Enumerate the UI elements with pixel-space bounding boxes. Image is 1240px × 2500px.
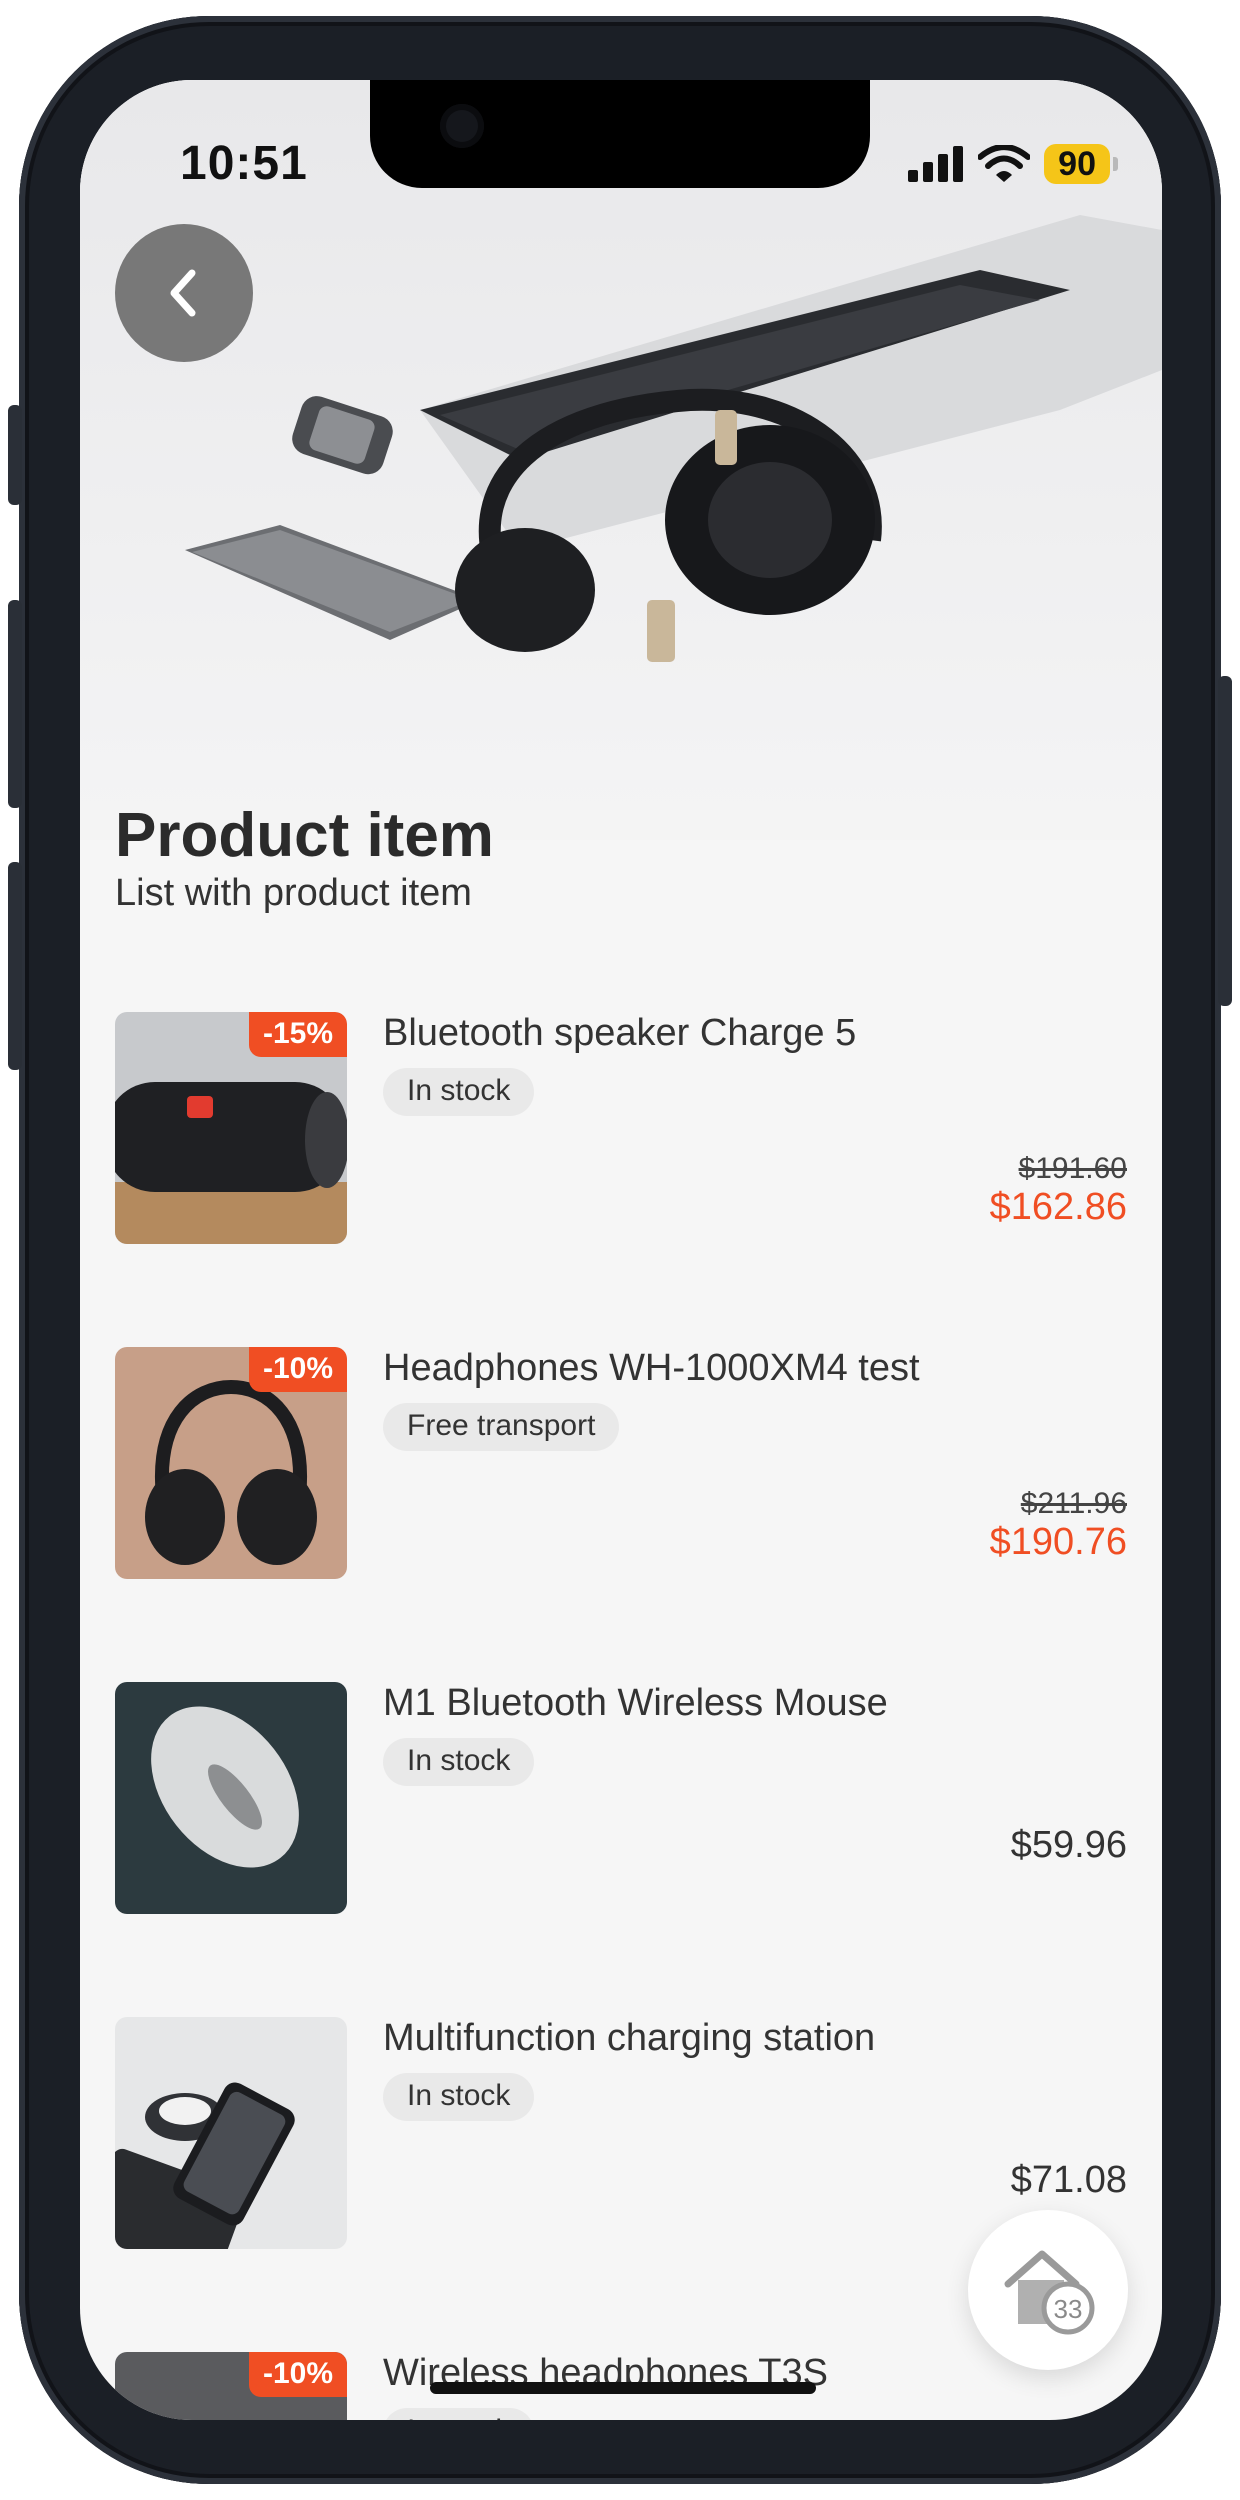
volume-down-button: [8, 862, 22, 1070]
discount-price: $190.76: [989, 1521, 1127, 1563]
product-list-item[interactable]: M1 Bluetooth Wireless Mouse In stock $59…: [115, 1682, 1127, 1914]
page-subtitle: List with product item: [115, 872, 472, 914]
status-time: 10:51: [180, 137, 308, 190]
product-tag: In stock: [383, 1068, 535, 1116]
home-badge-count: 33: [1054, 2294, 1083, 2324]
power-button: [1218, 676, 1232, 1006]
product-price: $59.96: [1010, 1824, 1127, 1866]
back-button[interactable]: [115, 224, 253, 362]
product-list-item[interactable]: Multifunction charging station In stock …: [115, 2017, 1127, 2249]
product-thumbnail: -10%: [115, 1347, 347, 1579]
product-tag: Free transport: [383, 1403, 620, 1451]
home-floating-button[interactable]: 33: [968, 2210, 1128, 2370]
product-thumbnail: [115, 1682, 347, 1914]
screen: 10:51 90 Product item List with product …: [80, 80, 1162, 2420]
discount-badge: -10%: [248, 1347, 347, 1392]
page-title: Product item: [115, 801, 494, 870]
product-thumbnail: [115, 2017, 347, 2249]
product-tag: In stock: [383, 1738, 535, 1786]
product-thumbnail: -10%: [115, 2352, 347, 2420]
home-indicator[interactable]: [430, 2382, 816, 2394]
product-tag: In stock: [383, 2073, 535, 2121]
product-name: Headphones WH-1000XM4 test: [383, 1347, 920, 1389]
product-tag: In stock: [383, 2408, 535, 2420]
old-price: $191.60: [1018, 1152, 1127, 1185]
product-list-item[interactable]: -15% Bluetooth speaker Charge 5 In stock…: [115, 1012, 1127, 1244]
wifi-icon: [978, 145, 1031, 182]
status-indicators: 90: [908, 144, 1118, 184]
mute-switch: [8, 405, 22, 505]
product-name: Multifunction charging station: [383, 2017, 876, 2059]
chevron-left-icon: [170, 269, 196, 317]
charging-station-image: [115, 2017, 347, 2249]
mouse-image: [115, 1682, 347, 1914]
product-price: $71.08: [1010, 2159, 1127, 2201]
old-price: $211.96: [1020, 1487, 1127, 1520]
discount-badge: -10%: [248, 2352, 347, 2397]
front-camera: [440, 104, 484, 148]
battery-indicator: 90: [1044, 144, 1118, 184]
product-name: Bluetooth speaker Charge 5: [383, 1012, 857, 1054]
discount-price: $162.86: [989, 1186, 1127, 1228]
signal-icon: [908, 146, 964, 182]
discount-badge: -15%: [248, 1012, 347, 1057]
home-icon: 33: [1004, 2250, 1095, 2335]
product-list-item[interactable]: -10% Headphones WH-1000XM4 test Free tra…: [115, 1347, 1127, 1579]
product-thumbnail: -15%: [115, 1012, 347, 1244]
product-name: M1 Bluetooth Wireless Mouse: [383, 1682, 888, 1724]
volume-up-button: [8, 600, 22, 808]
